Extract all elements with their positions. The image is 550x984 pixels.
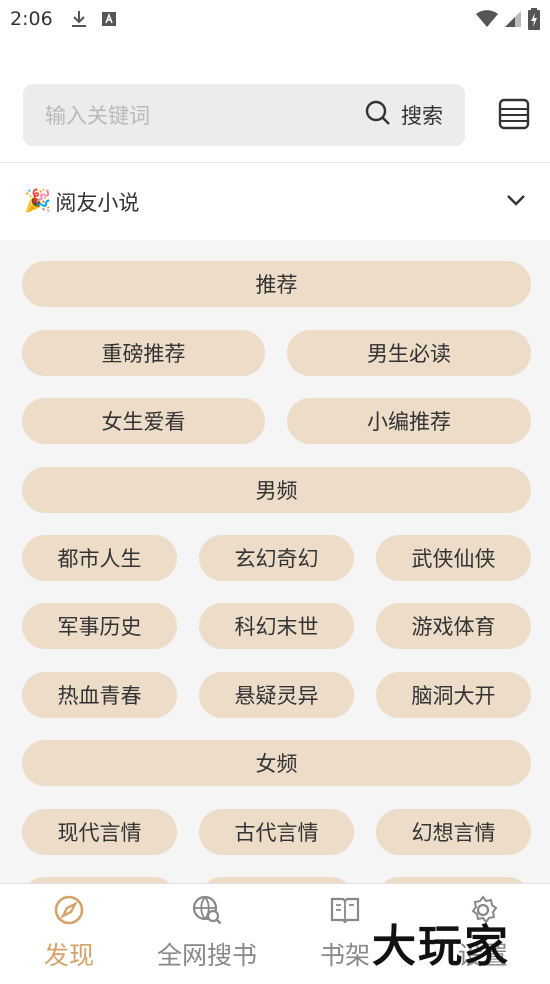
book-icon [329, 894, 361, 930]
category-pill[interactable]: 游戏体育 [376, 603, 531, 649]
category-pill[interactable]: 玄幻奇幻 [199, 535, 354, 581]
category-pill[interactable]: 古代言情 [199, 809, 354, 855]
download-icon [71, 10, 87, 28]
status-bar: 2:06 [0, 0, 550, 38]
category-pill[interactable]: 幻想言情 [376, 809, 531, 855]
category-header[interactable]: 男频 [22, 467, 531, 513]
category-pill[interactable]: 重磅推荐 [22, 330, 265, 376]
category-label: 军事历史 [57, 615, 142, 639]
compass-icon [53, 894, 85, 930]
source-selector[interactable]: 🎉 阅友小说 [0, 163, 550, 240]
search-button[interactable]: 搜索 [365, 100, 443, 131]
source-label: 阅友小说 [55, 190, 140, 215]
category-pill[interactable]: 热血青春 [22, 672, 177, 718]
category-pill[interactable]: 女生爱看 [22, 398, 265, 444]
category-list: 推荐 重磅推荐 男生必读 女生爱看 小编推荐 男频 都市人生 玄幻奇幻 武侠仙侠… [0, 240, 550, 883]
watermark: 大玩家 [372, 921, 510, 972]
category-pill[interactable]: 武侠仙侠 [376, 535, 531, 581]
menu-list-icon[interactable] [498, 98, 530, 130]
party-popper-icon: 🎉 [24, 189, 52, 214]
category-pill[interactable]: 都市人生 [22, 535, 177, 581]
search-button-label: 搜索 [401, 104, 443, 128]
battery-icon [528, 8, 540, 35]
category-label: 女生爱看 [101, 410, 186, 434]
nav-label: 全网搜书 [156, 941, 257, 970]
category-label: 都市人生 [57, 547, 142, 571]
keyboard-icon [101, 11, 117, 27]
search-icon [365, 100, 391, 131]
category-pill[interactable]: 脑洞大开 [376, 672, 531, 718]
category-pill[interactable]: 军事历史 [22, 603, 177, 649]
globe-search-icon [191, 894, 223, 930]
category-label: 男生必读 [367, 342, 451, 366]
nav-web-search[interactable]: 全网搜书 [147, 894, 267, 974]
category-label: 现代言情 [57, 821, 142, 845]
status-indicators [476, 8, 540, 35]
nav-discover[interactable]: 发现 [9, 894, 129, 974]
category-label: 推荐 [255, 273, 298, 297]
category-pill[interactable]: 悬疑灵异 [199, 672, 354, 718]
category-header[interactable]: 女频 [22, 740, 531, 786]
category-label: 重磅推荐 [101, 342, 186, 366]
nav-label: 发现 [43, 941, 94, 970]
category-label: 武侠仙侠 [411, 547, 496, 571]
chevron-down-icon [506, 192, 526, 211]
wifi-icon [476, 10, 498, 33]
category-label: 小编推荐 [367, 410, 451, 434]
category-label: 脑洞大开 [411, 684, 496, 708]
category-pill[interactable]: 小编推荐 [287, 398, 531, 444]
signal-icon [504, 10, 522, 33]
category-label: 女频 [255, 752, 298, 776]
category-label: 男频 [255, 479, 298, 503]
nav-label: 书架 [319, 941, 370, 970]
status-time: 2:06 [10, 8, 53, 30]
category-pill[interactable]: 男生必读 [287, 330, 531, 376]
category-label: 悬疑灵异 [234, 684, 319, 708]
category-label: 热血青春 [57, 684, 142, 708]
category-label: 玄幻奇幻 [234, 547, 319, 571]
category-label: 游戏体育 [411, 615, 496, 639]
category-label: 科幻末世 [234, 615, 319, 639]
category-pill[interactable]: 科幻末世 [199, 603, 354, 649]
category-header[interactable]: 推荐 [22, 261, 531, 307]
category-label: 古代言情 [234, 821, 319, 845]
category-pill[interactable]: 现代言情 [22, 809, 177, 855]
category-label: 幻想言情 [411, 821, 496, 845]
search-row: 输入关键词 搜索 [0, 84, 550, 146]
search-input[interactable]: 输入关键词 搜索 [23, 84, 465, 146]
search-placeholder: 输入关键词 [45, 104, 150, 128]
